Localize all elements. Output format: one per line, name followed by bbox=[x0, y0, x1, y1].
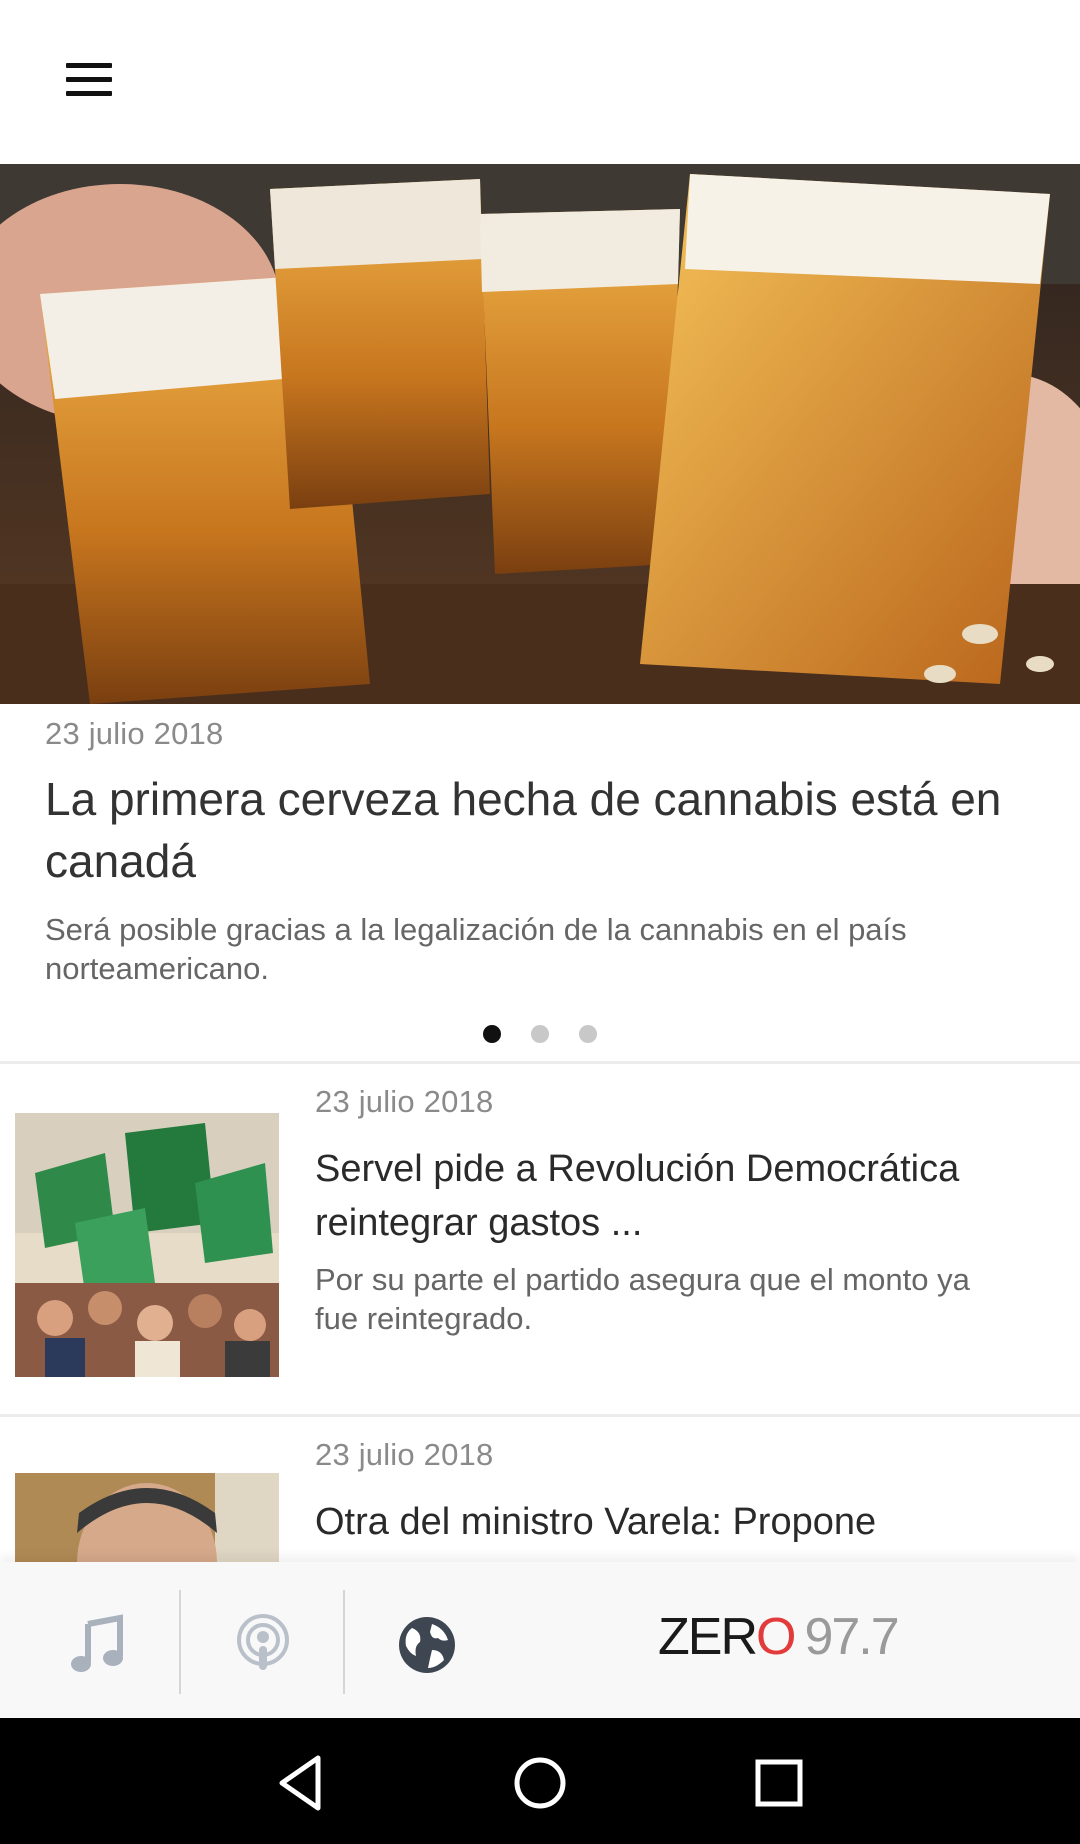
hamburger-menu-icon[interactable] bbox=[58, 56, 120, 106]
podcast-icon[interactable] bbox=[228, 1610, 298, 1680]
article-thumbnail[interactable] bbox=[15, 1473, 279, 1562]
recents-icon[interactable] bbox=[744, 1748, 814, 1818]
music-note-icon[interactable] bbox=[64, 1610, 134, 1680]
app-header bbox=[0, 0, 1080, 164]
back-icon[interactable] bbox=[266, 1748, 336, 1818]
article-date: 23 julio 2018 bbox=[315, 1084, 494, 1119]
article-subtitle: Por su parte el partido asegura que el m… bbox=[315, 1262, 970, 1336]
article-title[interactable]: Servel pide a Revolución Democrática rei… bbox=[315, 1142, 995, 1250]
hero-title[interactable]: La primera cerveza hecha de cannabis est… bbox=[45, 768, 1045, 892]
nav-separator bbox=[179, 1590, 181, 1694]
globe-icon[interactable] bbox=[392, 1610, 462, 1680]
hero-subtitle: Será posible gracias a la legalización d… bbox=[45, 912, 907, 986]
carousel-indicator bbox=[0, 1025, 1080, 1045]
hero-date: 23 julio 2018 bbox=[45, 716, 224, 751]
home-icon[interactable] bbox=[505, 1748, 575, 1818]
brand-logo: ZERO 97.7 bbox=[658, 1608, 900, 1666]
hero-image[interactable] bbox=[0, 164, 1080, 704]
nav-separator bbox=[343, 1590, 345, 1694]
carousel-dot-1[interactable] bbox=[483, 1025, 501, 1043]
system-navigation-bar bbox=[0, 1718, 1080, 1844]
list-item[interactable]: 23 julio 2018 Servel pide a Revolución D… bbox=[0, 1064, 1080, 1414]
carousel-dot-3[interactable] bbox=[579, 1025, 597, 1043]
list-item[interactable]: 23 julio 2018 Otra del ministro Varela: … bbox=[0, 1417, 1080, 1562]
article-thumbnail[interactable] bbox=[15, 1113, 279, 1377]
bottom-navigation: ZERO 97.7 bbox=[0, 1562, 1080, 1718]
article-date: 23 julio 2018 bbox=[315, 1437, 494, 1472]
hero-article[interactable]: 23 julio 2018 La primera cerveza hecha d… bbox=[45, 716, 1045, 988]
article-title[interactable]: Otra del ministro Varela: Propone bbox=[315, 1495, 995, 1549]
carousel-dot-2[interactable] bbox=[531, 1025, 549, 1043]
